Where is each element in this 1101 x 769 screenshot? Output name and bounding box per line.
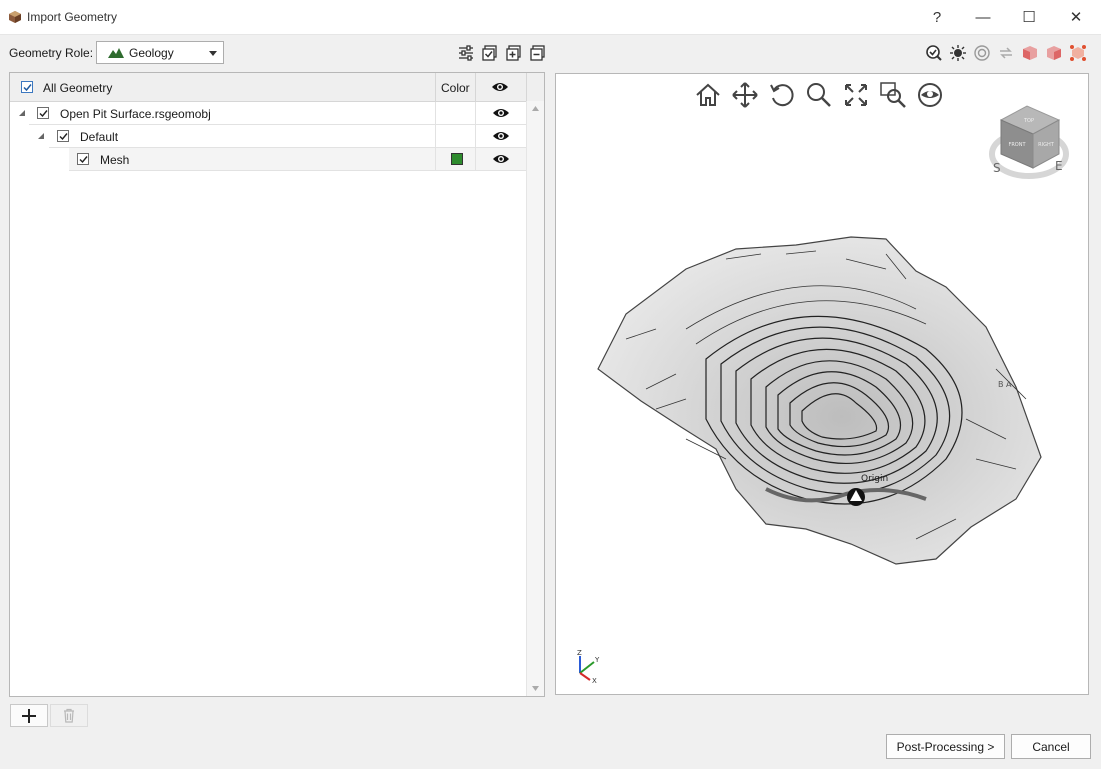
cube-front-label: FRONT — [1008, 142, 1026, 148]
post-processing-button[interactable]: Post-Processing > — [886, 734, 1005, 759]
plus-icon — [22, 708, 36, 723]
add-geometry-button[interactable] — [10, 704, 48, 727]
cube-right-label: RIGHT — [1038, 142, 1055, 148]
box-side-icon[interactable] — [1045, 44, 1063, 62]
all-geometry-checkbox[interactable] — [21, 81, 33, 93]
expand-all-icon[interactable] — [505, 44, 523, 62]
cancel-button[interactable]: Cancel — [1011, 734, 1091, 759]
app-icon — [9, 11, 21, 23]
origin-marker — [847, 488, 865, 506]
maximize-button[interactable]: ☐ — [1006, 0, 1052, 34]
help-icon: ? — [932, 8, 942, 26]
fit-extents-icon[interactable] — [842, 81, 870, 109]
cancel-label: Cancel — [1032, 739, 1070, 754]
expand-arrow-icon[interactable] — [38, 133, 44, 139]
minimize-icon: — — [975, 8, 991, 26]
tree-row-default[interactable] — [49, 125, 527, 148]
axis-triad: Z Y X — [577, 649, 600, 684]
file-label: Open Pit Surface.rsgeomobj — [60, 107, 211, 121]
box-front-icon[interactable] — [1021, 44, 1039, 62]
swap-icon[interactable] — [997, 44, 1015, 62]
geometry-tree-panel: All Geometry Color Open Pit Surface.rsge… — [9, 72, 545, 697]
maximize-icon: ☐ — [1022, 9, 1036, 26]
minimize-button[interactable]: — — [960, 0, 1006, 34]
default-label: Default — [80, 130, 119, 144]
scroll-down-icon[interactable] — [532, 686, 539, 691]
tree-scrollbar[interactable] — [526, 101, 544, 696]
compass-east-label: E — [1055, 159, 1063, 173]
cube-top-label: TOP — [1023, 118, 1034, 124]
title-bar: Import Geometry ? — ☐ ✕ — [0, 0, 1101, 35]
eye-icon[interactable] — [491, 81, 509, 93]
geometry-role-dropdown[interactable]: Geology — [96, 41, 224, 64]
file-checkbox[interactable] — [37, 107, 49, 119]
axis-z-label: Z — [577, 649, 582, 657]
mesh-color-swatch[interactable] — [451, 153, 463, 165]
window-title: Import Geometry — [27, 10, 118, 24]
close-icon: ✕ — [1069, 9, 1083, 26]
zoom-icon[interactable] — [805, 81, 833, 109]
lighting-icon[interactable] — [949, 44, 967, 62]
mesh-checkbox[interactable] — [77, 153, 89, 165]
collapse-all-icon[interactable] — [529, 44, 547, 62]
all-geometry-label: All Geometry — [43, 81, 113, 95]
origin-label: Origin — [861, 474, 888, 484]
zoom-window-icon[interactable] — [879, 81, 907, 109]
eye-icon[interactable] — [492, 130, 510, 142]
view-icon[interactable] — [916, 81, 944, 109]
target-icon[interactable] — [973, 44, 991, 62]
pan-icon[interactable] — [731, 81, 759, 109]
filter-settings-icon[interactable] — [457, 44, 475, 62]
axis-y-label: Y — [594, 656, 600, 664]
axis-x-label: X — [592, 677, 597, 684]
color-column-header: Color — [441, 81, 470, 95]
annotation-label: B A — [998, 380, 1012, 389]
chevron-down-icon — [209, 51, 217, 56]
scroll-up-icon[interactable] — [532, 106, 539, 111]
geometry-role-value: Geology — [129, 46, 174, 60]
check-circle-icon[interactable] — [925, 44, 943, 62]
delete-geometry-button[interactable] — [50, 704, 88, 727]
home-icon[interactable] — [694, 81, 722, 109]
help-button[interactable]: ? — [914, 0, 960, 34]
3d-viewer[interactable]: TOP FRONT RIGHT S E Origin B A Z Y X — [555, 73, 1089, 695]
open-pit-surface-mesh: Origin B A — [597, 236, 1042, 565]
trash-icon — [64, 708, 74, 723]
box-vertices-icon[interactable] — [1069, 44, 1087, 62]
expand-arrow-icon[interactable] — [19, 110, 25, 116]
eye-icon[interactable] — [492, 107, 510, 119]
close-button[interactable]: ✕ — [1053, 0, 1099, 34]
default-checkbox[interactable] — [57, 130, 69, 142]
post-processing-label: Post-Processing > — [896, 739, 995, 754]
check-all-icon[interactable] — [481, 44, 499, 62]
mesh-label: Mesh — [100, 153, 130, 167]
tree-header: All Geometry Color — [10, 73, 544, 102]
geometry-role-label: Geometry Role: — [9, 46, 94, 60]
eye-icon[interactable] — [492, 153, 510, 165]
rotate-icon[interactable] — [768, 81, 796, 109]
mountain-icon — [108, 48, 124, 58]
